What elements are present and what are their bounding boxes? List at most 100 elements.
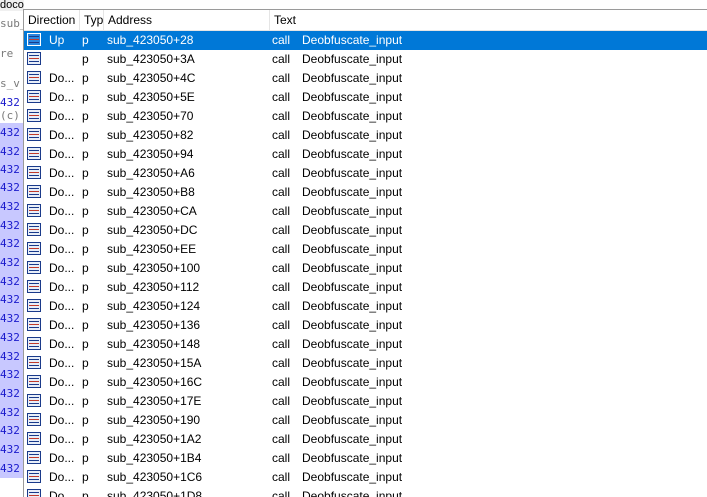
xref-row[interactable]: Do... p sub_423050+16C call Deobfuscate_inpu… [24,373,707,392]
xref-code-icon [27,468,43,487]
column-header-direction[interactable]: Direction [24,10,80,30]
xref-code-icon [27,278,43,297]
xref-type: p [82,280,89,294]
xref-row[interactable]: Do... p sub_423050+1B4 call Deobfuscate_inpu… [24,449,707,468]
xref-row[interactable]: p sub_423050+3A call Deobfuscate_input [24,50,707,69]
xref-type: p [82,128,89,142]
xref-row[interactable]: Do... p sub_423050+17E call Deobfuscate_inpu… [24,392,707,411]
xref-type: p [82,242,89,256]
xref-target-name: Deobfuscate_input [302,337,403,351]
xref-instruction: call [272,318,291,332]
xref-row[interactable]: Do... p sub_423050+4C call Deobfuscate_input [24,69,707,88]
xref-row[interactable]: Do... p sub_423050+100 call Deobfuscate_inpu… [24,259,707,278]
xref-target-name: Deobfuscate_input [302,185,403,199]
column-header-type[interactable]: Typ [80,10,104,30]
disassembly-pane: docod sub_res_v432(c)4324324324324324324… [0,0,24,496]
xref-instruction: call [272,261,291,275]
xref-instruction: call [272,147,291,161]
column-header-text[interactable]: Text [270,10,707,30]
disassembly-line: 432 [0,290,24,309]
xref-row[interactable]: Do... p sub_423050+DC call Deobfuscate_input [24,221,707,240]
xref-row[interactable]: Do... p sub_423050+112 call Deobfuscate_inpu… [24,278,707,297]
xref-instruction: call [272,337,291,351]
xref-address: sub_423050+A6 [107,166,195,180]
disassembly-line: s_v [0,77,20,90]
xref-address: sub_423050+3A [107,52,195,66]
xref-instruction: call [272,90,291,104]
xref-address: sub_423050+15A [107,356,202,370]
xref-type: p [82,33,89,47]
disassembly-line: 432 [0,365,24,384]
xref-row[interactable]: Do... p sub_423050+1A2 call Deobfuscate_inpu… [24,430,707,449]
xref-code-icon [27,354,43,373]
xref-row[interactable]: Do... p sub_423050+70 call Deobfuscate_input [24,107,707,126]
xref-type: p [82,299,89,313]
window-title-fragment: docod [0,0,24,11]
xref-target-name: Deobfuscate_input [302,451,403,465]
xref-row[interactable]: Do... p sub_423050+15A call Deobfuscate_inpu… [24,354,707,373]
xref-address: sub_423050+17E [107,394,202,408]
xref-address: sub_423050+CA [107,204,197,218]
xref-code-icon [27,335,43,354]
xref-type: p [82,413,89,427]
xref-code-icon [27,50,43,69]
xref-row[interactable]: Do... p sub_423050+82 call Deobfuscate_input [24,126,707,145]
xref-row[interactable]: Do... p sub_423050+124 call Deobfuscate_inpu… [24,297,707,316]
xref-instruction: call [272,204,291,218]
xref-instruction: call [272,280,291,294]
xref-row[interactable]: Do... p sub_423050+5E call Deobfuscate_input [24,88,707,107]
disassembly-line: 432 [0,272,24,291]
xref-type: p [82,185,89,199]
xref-type: p [82,166,89,180]
xref-address: sub_423050+28 [107,33,194,47]
xref-type: p [82,261,89,275]
disassembly-line: 432 [0,178,24,197]
xref-target-name: Deobfuscate_input [302,299,403,313]
disassembly-line: 432 [0,440,24,459]
xref-target-name: Deobfuscate_input [302,318,403,332]
xref-code-icon [27,240,43,259]
xref-row[interactable]: Do... p sub_423050+1C6 call Deobfuscate_inpu… [24,468,707,487]
disassembly-line: 432 [0,253,24,272]
column-header-row: Direction Typ Address Text [24,10,707,31]
xref-address: sub_423050+5E [107,90,195,104]
xref-row[interactable]: Do... p sub_423050+EE call Deobfuscate_input [24,240,707,259]
xref-instruction: call [272,128,291,142]
disassembly-line: 432 [0,384,24,403]
xref-target-name: Deobfuscate_input [302,52,403,66]
xref-code-icon [27,221,43,240]
xref-target-name: Deobfuscate_input [302,204,403,218]
xref-address: sub_423050+82 [107,128,194,142]
xref-row[interactable]: Do... p sub_423050+B8 call Deobfuscate_input [24,183,707,202]
xref-row[interactable]: Do... p sub_423050+CA call Deobfuscate_input [24,202,707,221]
xref-type: p [82,204,89,218]
xref-code-icon [27,183,43,202]
xref-row[interactable]: Do... p sub_423050+94 call Deobfuscate_input [24,145,707,164]
xref-type: p [82,451,89,465]
xref-code-icon [27,31,43,50]
xref-code-icon [27,88,43,107]
xref-row[interactable]: Do... p sub_423050+A6 call Deobfuscate_input [24,164,707,183]
xref-instruction: call [272,470,291,484]
disassembly-line: 432 [0,142,24,161]
xref-code-icon [27,126,43,145]
xref-code-icon [27,107,43,126]
xref-instruction: call [272,185,291,199]
xref-row[interactable]: Up p sub_423050+28 call Deobfuscate_input [24,31,707,50]
xref-row[interactable]: Do... p sub_423050+136 call Deobfuscate_inpu… [24,316,707,335]
xref-address: sub_423050+EE [107,242,197,256]
xref-code-icon [27,297,43,316]
column-header-address[interactable]: Address [104,10,270,30]
xref-type: p [82,394,89,408]
xref-instruction: call [272,71,291,85]
xref-row[interactable]: Do... p sub_423050+190 call Deobfuscate_inpu… [24,411,707,430]
xref-address: sub_423050+100 [107,261,201,275]
xref-target-name: Deobfuscate_input [302,223,403,237]
xref-target-name: Deobfuscate_input [302,71,403,85]
disassembly-line: 432 [0,328,24,347]
xref-row[interactable]: Do... p sub_423050+148 call Deobfuscate_inpu… [24,335,707,354]
xref-code-icon [27,69,43,88]
xref-address: sub_423050+190 [107,413,201,427]
disassembly-line: 432 [0,216,24,235]
disassembly-line: 432 [0,459,24,478]
